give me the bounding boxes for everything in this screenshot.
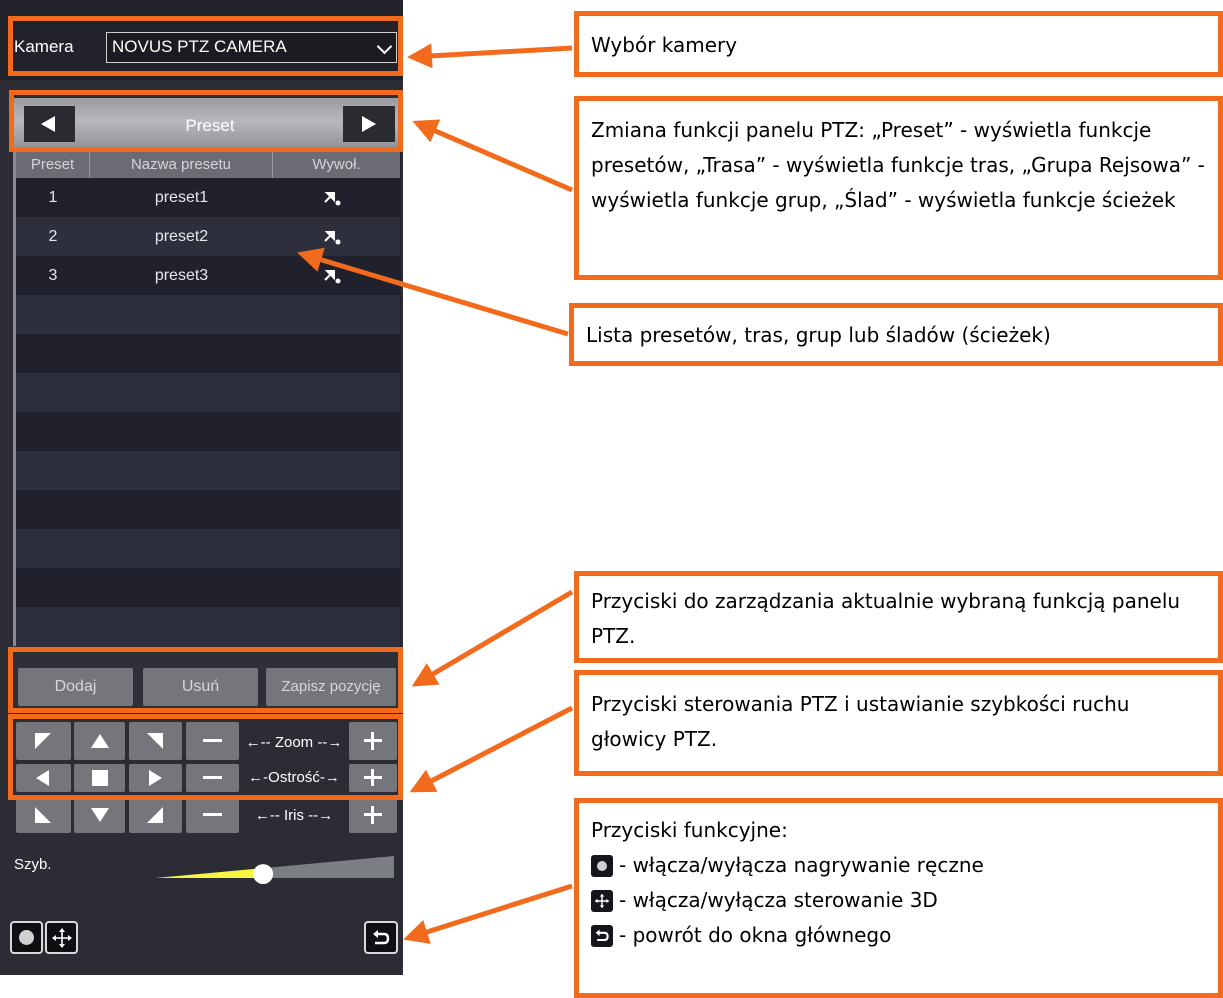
- arrow-down-left-icon: [35, 807, 51, 823]
- record-icon: [19, 930, 34, 945]
- arrow-down-right-icon: [147, 807, 163, 823]
- speed-slider[interactable]: [150, 848, 400, 884]
- empty-row: [16, 568, 400, 607]
- empty-row: [16, 373, 400, 412]
- iris-minus-button[interactable]: [186, 797, 239, 833]
- ptz-down-right-button[interactable]: [129, 797, 182, 833]
- empty-row: [16, 529, 400, 568]
- preset-number: 2: [48, 228, 58, 245]
- arrow-camera: [407, 43, 573, 69]
- move-3d-icon: [591, 890, 613, 912]
- arrow-down-icon: [91, 808, 109, 822]
- move-3d-icon: [52, 928, 72, 948]
- empty-row: [16, 412, 400, 451]
- iris-label: ←-- Iris --→: [254, 807, 334, 824]
- preset-name: preset1: [154, 189, 209, 206]
- callout-mode: Zmiana funkcji panelu PTZ: „Preset” - wy…: [574, 96, 1223, 280]
- highlight-mode-bar: [9, 90, 403, 152]
- column-header-call: Wywoł.: [273, 152, 400, 178]
- preset-name: preset2: [154, 228, 209, 245]
- slider-knob[interactable]: [253, 864, 274, 884]
- arrow-control: [409, 705, 574, 793]
- callout-control: Przyciski sterowania PTZ i ustawianie sz…: [574, 670, 1223, 776]
- preset-number: 1: [48, 189, 58, 206]
- function-record: - włącza/wyłącza nagrywanie ręczne: [591, 848, 1206, 883]
- speed-label: Szyb.: [14, 856, 52, 873]
- function-3d: - włącza/wyłącza sterowanie 3D: [591, 883, 1206, 918]
- preset-name: preset3: [154, 267, 209, 284]
- arrow-mode: [412, 119, 573, 193]
- back-icon: [591, 925, 613, 947]
- call-preset-icon[interactable]: [323, 268, 343, 284]
- minus-icon: [203, 813, 222, 816]
- highlight-camera: [8, 16, 403, 76]
- slider-fill: [156, 868, 264, 878]
- arrow-functions: [403, 883, 573, 944]
- empty-row: [16, 607, 400, 646]
- ptz-down-button[interactable]: [74, 797, 125, 833]
- arrow-manage: [411, 589, 574, 687]
- preset-number: 3: [48, 267, 58, 284]
- back-icon: [373, 930, 390, 945]
- highlight-ptz-controls: [8, 714, 403, 800]
- column-header-name: Nazwa presetu: [90, 152, 273, 178]
- function-back: - powrót do okna głównego: [591, 918, 1206, 953]
- functions-title: Przyciski funkcyjne:: [591, 818, 788, 842]
- ptz-down-left-button[interactable]: [16, 797, 71, 833]
- empty-row: [16, 451, 400, 490]
- callout-camera: Wybór kamery: [574, 11, 1223, 77]
- move-3d-button[interactable]: [45, 921, 78, 954]
- callout-list: Lista presetów, tras, grup lub śladów (ś…: [569, 303, 1223, 366]
- call-preset-icon[interactable]: [323, 190, 343, 206]
- record-icon: [591, 855, 613, 877]
- table-row[interactable]: 2 preset2: [16, 217, 400, 256]
- table-row[interactable]: 3 preset3: [16, 256, 400, 295]
- back-button[interactable]: [364, 921, 398, 954]
- empty-row: [16, 490, 400, 529]
- empty-row: [16, 334, 400, 373]
- record-button[interactable]: [10, 921, 43, 954]
- column-header-preset: Preset: [16, 152, 90, 178]
- callout-functions: Przyciski funkcyjne: - włącza/wyłącza na…: [574, 798, 1223, 998]
- callout-manage: Przyciski do zarządzania aktualnie wybra…: [574, 571, 1223, 663]
- highlight-actions: [8, 647, 403, 713]
- iris-plus-button[interactable]: [349, 797, 397, 833]
- empty-row: [16, 295, 400, 334]
- table-row[interactable]: 1 preset1: [16, 178, 400, 217]
- call-preset-icon[interactable]: [323, 229, 343, 245]
